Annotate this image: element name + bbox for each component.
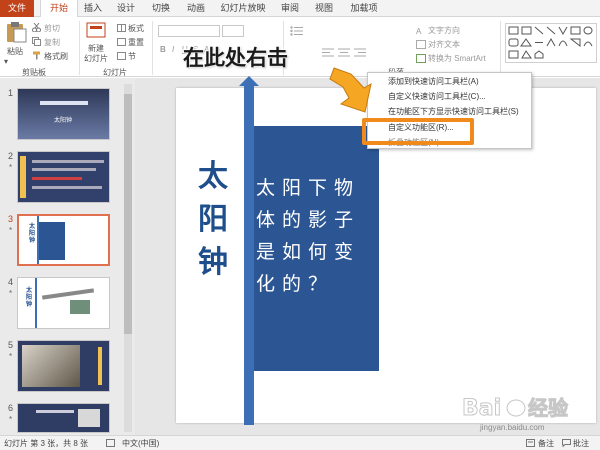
powerpoint-window: 文件 开始 插入 设计 切换 动画 幻灯片放映 审阅 视图 加载项 粘贴 ▾ 剪… xyxy=(0,0,600,450)
baidu-watermark: Bai 经验 xyxy=(460,393,590,425)
notes-icon[interactable] xyxy=(526,439,535,449)
annotation-arrow-icon xyxy=(329,67,372,113)
svg-text:Bai: Bai xyxy=(462,396,501,421)
language-status[interactable]: 中文(中国) xyxy=(122,437,159,450)
baidu-logo-icon: Bai 经验 xyxy=(462,396,569,422)
status-bar: 幻灯片 第 3 张，共 8 张 中文(中国) 备注 批注 xyxy=(0,435,600,450)
annotation-label: 在此处右击 xyxy=(182,45,289,71)
comments-icon[interactable] xyxy=(562,439,571,449)
notes-button[interactable]: 备注 xyxy=(538,437,554,450)
comments-button[interactable]: 批注 xyxy=(573,437,589,450)
slide-position-status[interactable]: 幻灯片 第 3 张，共 8 张 xyxy=(4,437,88,450)
svg-text:经验: 经验 xyxy=(528,396,568,420)
spellcheck-icon[interactable] xyxy=(106,439,115,449)
watermark-url: jingyan.baidu.com xyxy=(480,423,545,432)
